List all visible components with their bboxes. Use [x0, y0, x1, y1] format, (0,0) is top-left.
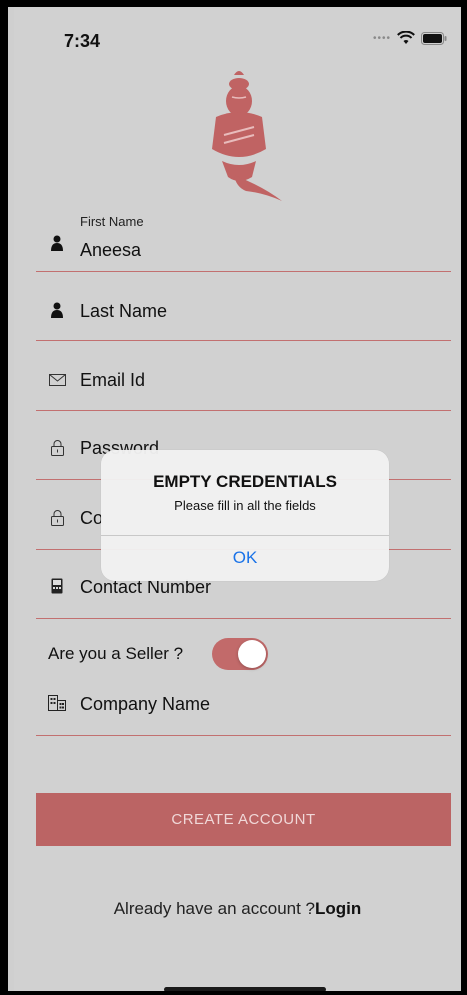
empty-credentials-alert: EMPTY CREDENTIALS Please fill in all the… — [101, 450, 389, 581]
phone-icon — [48, 577, 66, 595]
login-prompt: Already have an account ?Login — [14, 899, 461, 919]
confirm-password-placeholder[interactable]: Co — [80, 508, 103, 529]
seller-label: Are you a Seller ? — [48, 644, 184, 663]
status-bar: 7:34 •••• — [14, 7, 461, 51]
status-time: 7:34 — [64, 31, 101, 51]
create-account-button[interactable]: CREATE ACCOUNT — [36, 793, 451, 846]
person-icon — [48, 234, 66, 252]
company-name-field[interactable]: Company Name — [36, 668, 451, 736]
wifi-icon — [397, 31, 415, 44]
battery-icon — [421, 31, 447, 45]
genie-logo — [212, 71, 282, 201]
toggle-knob — [238, 640, 266, 668]
lock-icon — [48, 439, 66, 457]
first-name-value[interactable]: Aneesa — [80, 240, 141, 261]
envelope-icon — [48, 371, 66, 389]
alert-title: EMPTY CREDENTIALS — [153, 472, 337, 491]
building-icon — [48, 694, 66, 712]
last-name-placeholder[interactable]: Last Name — [80, 301, 167, 322]
login-prompt-text: Already have an account ? — [113, 899, 316, 918]
first-name-field[interactable]: First Name Aneesa — [36, 204, 451, 272]
alert-message: Please fill in all the fields — [174, 498, 316, 513]
seller-toggle[interactable] — [212, 638, 268, 670]
first-name-label: First Name — [80, 214, 144, 229]
person-icon — [48, 301, 66, 319]
alert-ok-button[interactable]: OK — [101, 535, 389, 581]
company-name-placeholder[interactable]: Company Name — [80, 694, 210, 715]
last-name-field[interactable]: Last Name — [36, 273, 451, 341]
status-icons: •••• — [373, 31, 447, 45]
email-field[interactable]: Email Id — [36, 343, 451, 411]
device-frame: 7:34 •••• First Name Aneesa Last Name Em… — [0, 0, 467, 995]
signal-icon: •••• — [372, 32, 391, 44]
create-account-label: CREATE ACCOUNT — [171, 811, 316, 828]
home-indicator[interactable] — [164, 987, 326, 991]
alert-ok-label: OK — [232, 548, 258, 567]
lock-icon — [48, 509, 66, 527]
login-link[interactable]: Login — [315, 899, 361, 918]
email-placeholder[interactable]: Email Id — [80, 370, 145, 391]
